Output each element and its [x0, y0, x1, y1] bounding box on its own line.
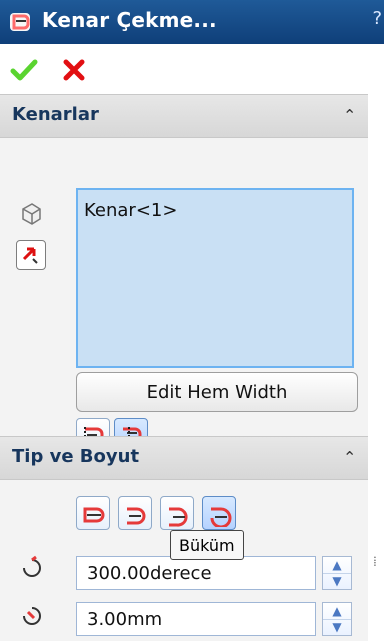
collapse-icon[interactable]: ⌄ — [343, 105, 356, 124]
tooltip: Büküm — [170, 530, 244, 560]
radius-icon — [23, 607, 41, 625]
edit-hem-width-button[interactable]: Edit Hem Width — [76, 372, 358, 412]
hem-type-open[interactable] — [118, 496, 152, 530]
ok-button[interactable] — [10, 56, 38, 84]
right-sidebar: ⁞ — [368, 94, 384, 641]
arrow-icon — [22, 247, 38, 264]
hem-open-icon — [127, 507, 146, 525]
radius-spinner[interactable]: ▲ ▼ — [322, 602, 352, 636]
radius-up[interactable]: ▲ — [323, 603, 351, 620]
cancel-button[interactable] — [60, 56, 88, 84]
angle-icon — [23, 555, 41, 577]
edge-list-item[interactable]: Kenar<1> — [84, 200, 177, 221]
edge-select-icon — [22, 203, 41, 225]
hem-closed-icon — [83, 507, 105, 523]
angle-down[interactable]: ▼ — [323, 573, 351, 589]
radius-down[interactable]: ▼ — [323, 619, 351, 635]
resize-handle[interactable]: ⁞ — [373, 554, 377, 571]
property-manager: Kenarlar ⌄ Kenar<1> Edit Hem Width Tip v… — [0, 94, 369, 641]
help-button[interactable]: ? — [372, 8, 382, 29]
hem-teardrop-icon — [169, 507, 188, 527]
edges-section: Kenarlar ⌄ Kenar<1> Edit Hem Width — [0, 94, 368, 452]
type-size-section-header[interactable]: Tip ve Boyut ⌄ — [0, 436, 368, 480]
edges-list[interactable]: Kenar<1> — [76, 188, 354, 368]
hem-type-rolled[interactable] — [202, 496, 236, 530]
edges-section-header[interactable]: Kenarlar ⌄ — [0, 94, 368, 138]
angle-field[interactable]: 300.00derece — [76, 556, 316, 590]
angle-spinner[interactable]: ▲ ▼ — [322, 556, 352, 590]
collapse-icon[interactable]: ⌄ — [343, 447, 356, 466]
hem-rolled-icon — [210, 507, 232, 527]
check-icon — [10, 59, 38, 81]
ok-cancel-bar — [0, 44, 384, 94]
hem-type-closed[interactable] — [76, 496, 110, 530]
close-icon — [63, 59, 85, 81]
type-size-section-title: Tip ve Boyut — [12, 446, 140, 467]
hem-feature-icon — [10, 13, 30, 31]
window-title: Kenar Çekme... — [42, 8, 217, 32]
angle-up[interactable]: ▲ — [323, 557, 351, 574]
radius-field[interactable]: 3.00mm — [76, 602, 316, 636]
hem-type-teardrop[interactable] — [160, 496, 194, 530]
edges-section-title: Kenarlar — [12, 104, 99, 125]
reverse-direction-button[interactable] — [16, 240, 46, 270]
title-bar: Kenar Çekme... ? — [0, 0, 384, 44]
